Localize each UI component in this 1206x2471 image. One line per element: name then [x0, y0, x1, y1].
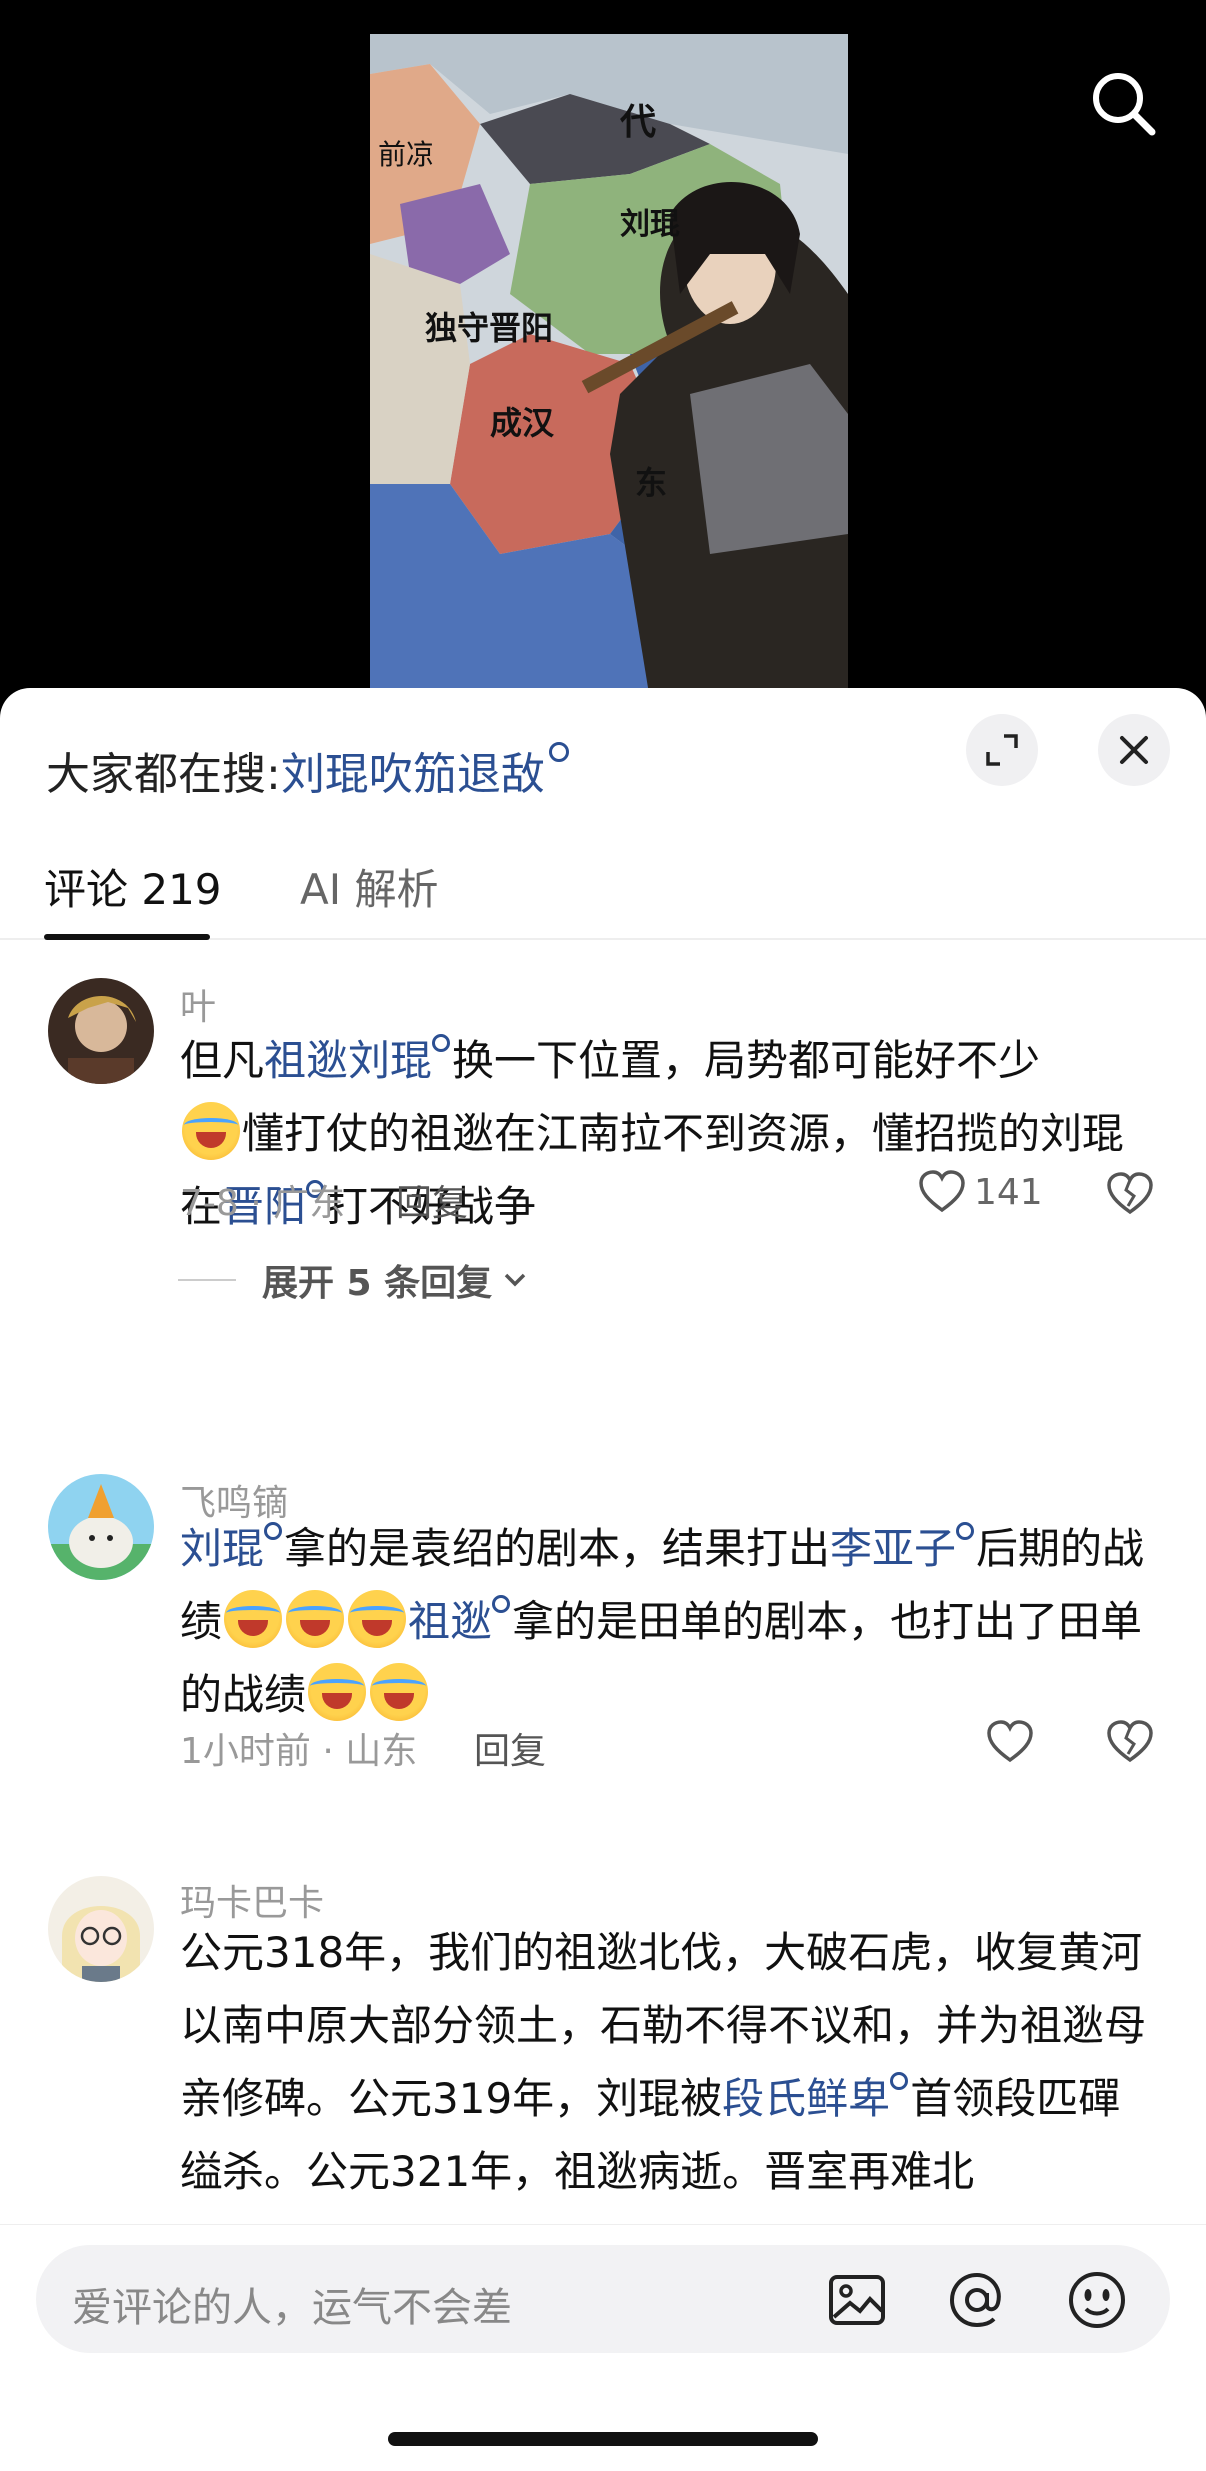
chevron-down-icon — [504, 1273, 526, 1287]
search-small-icon — [890, 2072, 909, 2090]
mention-button[interactable] — [946, 2269, 1008, 2331]
comment-sheet: 大家都在搜:刘琨吹笳退敌 评论 219 AI 解析 叶 但凡祖逖刘琨换一下位置，… — [0, 688, 1206, 2471]
map-label-liukun: 刘琨 — [620, 207, 680, 242]
keyword-link[interactable]: 刘琨 — [180, 1524, 264, 1573]
search-small-icon — [432, 1034, 451, 1052]
map-illustration: 代 前凉 刘琨 独守晋阳 成汉 东 — [370, 34, 848, 700]
at-icon — [949, 2272, 1001, 2328]
tab-ai-analysis[interactable]: AI 解析 — [300, 856, 438, 917]
video-player[interactable]: 代 前凉 刘琨 独守晋阳 成汉 东 — [0, 0, 1206, 700]
laugh-cry-emoji-icon — [348, 1590, 407, 1648]
like-count: 141 — [974, 1171, 1043, 1213]
search-small-icon — [264, 1522, 283, 1540]
comment-text: 刘琨 拿的是袁绍的剧本，结果打出李亚子 后期的战绩 祖逖 拿的是田单的剧本，也打出了田单… — [180, 1512, 1160, 1731]
hot-search-keyword[interactable]: 刘琨吹笳退敌 — [281, 749, 545, 800]
reply-button[interactable]: 回复 — [474, 1722, 546, 1774]
expand-button[interactable] — [966, 714, 1038, 786]
map-label-jinyang: 独守晋阳 — [425, 309, 553, 347]
comment-username[interactable]: 叶 — [180, 978, 216, 1030]
like-button[interactable] — [986, 1720, 1034, 1768]
home-indicator[interactable] — [388, 2432, 818, 2446]
text-segment: 换一下位置，局势都可能好不少 — [452, 1036, 1041, 1085]
expand-replies-label: 展开 5 条回复 — [262, 1263, 493, 1304]
comment-input-placeholder: 爱评论的人，运气不会差 — [72, 2285, 512, 2331]
laugh-cry-emoji-icon — [182, 1102, 240, 1160]
map-label-dai: 代 — [619, 101, 656, 143]
like-button[interactable]: 141 — [918, 1170, 1043, 1214]
keyword-link[interactable]: 祖逖 — [408, 1597, 492, 1646]
expand-replies-button[interactable]: 展开 5 条回复 — [178, 1254, 530, 1306]
laugh-cry-emoji-icon — [308, 1663, 367, 1721]
keyword-link[interactable]: 祖逖刘琨 — [264, 1036, 432, 1085]
image-icon — [829, 2275, 885, 2325]
map-label-dong: 东 — [635, 464, 667, 502]
laugh-cry-emoji-icon — [370, 1663, 429, 1721]
avatar[interactable] — [48, 978, 154, 1084]
hot-search-prefix: 大家都在搜: — [46, 749, 281, 800]
comment-text: 公元318年，我们的祖逖北伐，大破石虎，收复黄河以南中原大部分领土，石勒不得不议… — [180, 1916, 1160, 2208]
avatar[interactable] — [48, 1474, 154, 1580]
dislike-button[interactable] — [1106, 1720, 1154, 1768]
emoji-button[interactable] — [1066, 2269, 1128, 2331]
text-segment: 但凡 — [180, 1036, 265, 1085]
map-label-chenghan: 成汉 — [490, 404, 555, 442]
comment-input[interactable]: 爱评论的人，运气不会差 — [36, 2245, 1170, 2353]
keyword-link[interactable]: 段氏鲜卑 — [722, 2074, 890, 2123]
tab-active-indicator — [44, 934, 210, 940]
map-label-qianliang: 前凉 — [378, 138, 434, 171]
comment-meta: 1小时前 · 山东 — [180, 1731, 418, 1772]
heart-icon — [987, 1720, 1033, 1763]
expand-icon — [986, 734, 1018, 766]
broken-heart-icon — [1107, 1172, 1153, 1215]
dislike-button[interactable] — [1106, 1172, 1154, 1220]
laugh-cry-emoji-icon — [286, 1590, 345, 1648]
laugh-cry-emoji-icon — [224, 1590, 283, 1648]
video-poster: 代 前凉 刘琨 独守晋阳 成汉 东 — [370, 34, 848, 700]
broken-heart-icon — [1107, 1720, 1153, 1763]
text-segment: 拿的是袁绍的剧本，结果打出 — [284, 1524, 831, 1573]
divider — [178, 1279, 236, 1281]
heart-icon — [919, 1170, 965, 1213]
emoji-icon — [1069, 2272, 1125, 2328]
search-small-icon — [956, 1522, 975, 1540]
search-button[interactable] — [1084, 64, 1164, 144]
close-button[interactable] — [1098, 714, 1170, 786]
comment-meta: 7-8 · 广东 — [180, 1183, 346, 1224]
image-button[interactable] — [826, 2269, 888, 2331]
search-icon — [1093, 73, 1156, 136]
hot-search[interactable]: 大家都在搜:刘琨吹笳退敌 — [46, 738, 569, 802]
close-icon — [1120, 736, 1148, 764]
tab-bar: 评论 219 AI 解析 — [0, 856, 1206, 940]
search-small-icon — [548, 742, 569, 762]
avatar[interactable] — [48, 1876, 154, 1982]
keyword-link[interactable]: 李亚子 — [830, 1524, 956, 1573]
reply-button[interactable]: 回复 — [396, 1174, 468, 1226]
search-small-icon — [492, 1595, 511, 1613]
tab-comments[interactable]: 评论 219 — [44, 856, 222, 917]
